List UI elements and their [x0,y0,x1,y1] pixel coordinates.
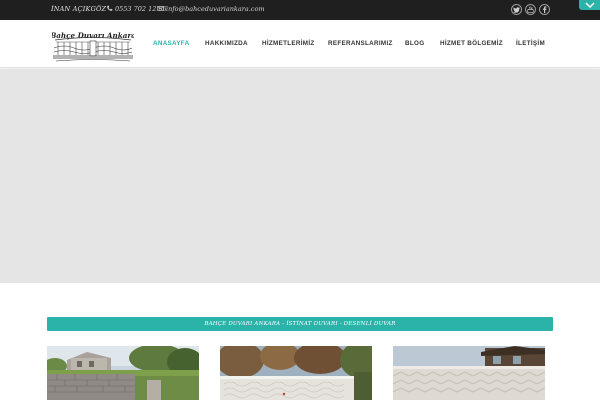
owner-name: İNAN AÇIKGÖZ [51,5,107,13]
youtube-icon[interactable] [525,4,536,15]
email-address: info@bahceduvariankara.com [166,5,265,13]
nav-item-hakkimizda[interactable]: HAKKIMIZDA [205,40,248,47]
site-header: Bahçe Duvarı Ankara ANASAYFA HAKKIMIZDA … [0,20,600,68]
nav-item-hizmet-bolgemiz[interactable]: HİZMET BÖLGEMİZ [440,40,503,47]
nav-item-anasayfa[interactable]: ANASAYFA [153,40,189,47]
nav-item-blog[interactable]: BLOG [405,40,424,47]
gallery-image-stone-wall[interactable] [47,346,199,400]
chevron-down-icon [584,2,595,8]
scroll-toggle-button[interactable] [579,0,600,10]
nav-item-referanslarimiz[interactable]: REFERANSLARIMIZ [328,40,393,47]
main-nav: ANASAYFA HAKKIMIZDA HİZMETLERİMİZ REFERA… [0,40,600,50]
phone-icon [107,5,113,11]
gallery-image-white-wall[interactable] [220,346,372,400]
nav-item-iletisim[interactable]: İLETİŞİM [516,40,545,47]
tagline-banner: BAHÇE DUVARI ANKARA - İSTİNAT DUVARI - D… [47,317,553,331]
email-contact[interactable]: info@bahceduvariankara.com [157,5,265,13]
nav-item-hizmetlerimiz[interactable]: HİZMETLERİMİZ [262,40,315,47]
hero-slider[interactable] [0,69,600,283]
gallery-image-patterned-wall[interactable] [393,346,545,400]
envelope-icon [157,6,164,11]
tagline-text: BAHÇE DUVARI ANKARA - İSTİNAT DUVARI - D… [204,321,396,327]
facebook-icon[interactable] [539,4,550,15]
twitter-icon[interactable] [511,4,522,15]
top-bar: İNAN AÇIKGÖZ 0553 702 12 66 info@bahcedu… [0,0,600,20]
